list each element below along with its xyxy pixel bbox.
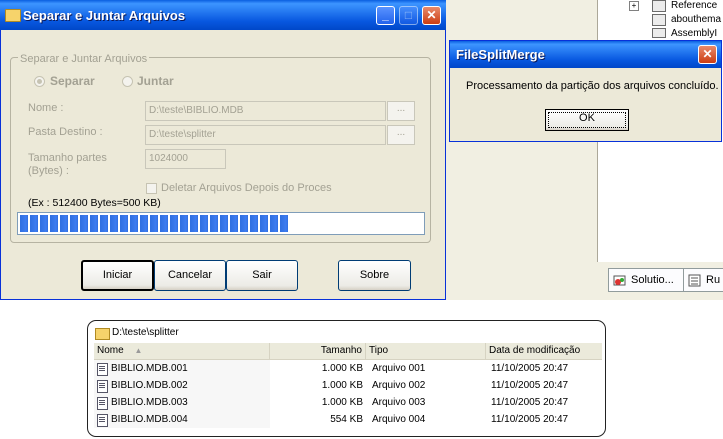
file-date: 11/10/2005 20:47 (491, 363, 569, 374)
example-hint: (Ex : 512400 Bytes=500 KB) (28, 197, 161, 209)
tree-item-assemblyinfo[interactable]: AssemblyI (671, 28, 717, 38)
file-size: 1.000 KB (321, 380, 363, 391)
file-row[interactable]: BIBLIO.MDB.003 1.000 KB Arquivo 003 11/1… (94, 394, 602, 411)
file-size: 1.000 KB (321, 397, 363, 408)
pasta-destino-label: Pasta Destino : (28, 126, 103, 138)
file-type: Arquivo 003 (372, 397, 426, 408)
iniciar-button[interactable]: Iniciar (81, 260, 154, 291)
file-row[interactable]: BIBLIO.MDB.001 1.000 KB Arquivo 001 11/1… (94, 360, 602, 377)
tab-label: Solutio... (631, 274, 674, 286)
tree-item-references[interactable]: Reference (671, 0, 717, 13)
folder-icon (95, 328, 110, 340)
focus-rect (548, 112, 626, 128)
tamanho-field[interactable]: 1024000 (145, 149, 226, 169)
radio-separar[interactable] (34, 76, 45, 87)
tab-run[interactable]: Ru (683, 268, 723, 292)
progress-fill (20, 215, 289, 232)
radio-juntar[interactable] (122, 76, 133, 87)
nome-field[interactable]: D:\teste\BIBLIO.MDB (145, 101, 386, 121)
folder-icon (5, 9, 21, 22)
minimize-icon[interactable]: _ (376, 6, 395, 25)
ok-button[interactable]: OK (545, 109, 629, 131)
column-nome[interactable]: Nome ▲ (94, 343, 270, 359)
cancelar-button[interactable]: Cancelar (154, 260, 226, 291)
column-data[interactable]: Data de modificação (486, 343, 602, 359)
sort-asc-icon: ▲ (134, 346, 143, 355)
deletar-label: Deletar Arquivos Depois do Proces (161, 182, 332, 194)
message-box: FileSplitMerge ✕ Processamento da partiç… (449, 40, 722, 142)
browse-nome-button[interactable]: ... (387, 101, 415, 121)
ide-tabs: Solutio... Ru (604, 268, 723, 292)
file-date: 11/10/2005 20:47 (491, 414, 569, 425)
file-icon (97, 397, 108, 410)
form-icon (652, 14, 666, 26)
column-label: Nome (97, 345, 124, 356)
message-title-bar[interactable]: FileSplitMerge ✕ (450, 41, 721, 68)
folder-path: D:\teste\splitter (112, 327, 179, 338)
deletar-checkbox[interactable] (146, 183, 157, 194)
title-bar[interactable]: Separar e Juntar Arquivos _ □ ✕ (0, 0, 446, 30)
explorer-panel: D:\teste\splitter Nome ▲ Tamanho Tipo Da… (87, 320, 606, 437)
tamanho-label: Tamanho partes (28, 152, 107, 164)
file-date: 11/10/2005 20:47 (491, 397, 569, 408)
file-size: 554 KB (330, 414, 363, 425)
maximize-icon: □ (399, 6, 418, 25)
file-icon (97, 414, 108, 427)
radio-separar-label: Separar (50, 74, 95, 88)
sobre-button[interactable]: Sobre (338, 260, 411, 291)
file-type: Arquivo 001 (372, 363, 426, 374)
close-icon[interactable]: ✕ (422, 6, 441, 25)
solution-icon (613, 273, 627, 286)
expand-icon[interactable]: + (629, 1, 639, 11)
file-name: BIBLIO.MDB.004 (111, 414, 188, 425)
radio-juntar-label: Juntar (137, 74, 174, 88)
file-name: BIBLIO.MDB.002 (111, 380, 188, 391)
window-title: Separar e Juntar Arquivos (23, 8, 186, 23)
file-row[interactable]: BIBLIO.MDB.002 1.000 KB Arquivo 002 11/1… (94, 377, 602, 394)
column-tipo[interactable]: Tipo (366, 343, 486, 359)
references-icon (652, 0, 666, 12)
file-row[interactable]: BIBLIO.MDB.004 554 KB Arquivo 004 11/10/… (94, 411, 602, 428)
pasta-destino-field[interactable]: D:\teste\splitter (145, 125, 386, 145)
file-icon (97, 363, 108, 376)
tab-label: Ru (706, 274, 721, 286)
close-icon[interactable]: ✕ (698, 45, 717, 64)
sair-button[interactable]: Sair (226, 260, 298, 291)
message-text: Processamento da partição dos arquivos c… (466, 80, 719, 92)
properties-icon (688, 273, 702, 287)
browse-pasta-button[interactable]: ... (387, 125, 415, 145)
message-title: FileSplitMerge (456, 47, 545, 62)
tamanho-units-label: (Bytes) : (28, 165, 69, 177)
group-label: Separar e Juntar Arquivos (18, 53, 150, 65)
file-type: Arquivo 002 (372, 380, 426, 391)
file-name: BIBLIO.MDB.001 (111, 363, 188, 374)
tree-item-abouthema[interactable]: abouthema (671, 14, 721, 27)
progress-bar (17, 212, 425, 235)
column-tamanho[interactable]: Tamanho (270, 343, 366, 359)
file-name: BIBLIO.MDB.003 (111, 397, 188, 408)
vb-file-icon (652, 28, 666, 38)
nome-label: Nome : (28, 102, 64, 114)
file-date: 11/10/2005 20:47 (491, 380, 569, 391)
file-type: Arquivo 004 (372, 414, 426, 425)
column-header: Nome ▲ Tamanho Tipo Data de modificação (94, 343, 602, 360)
file-icon (97, 380, 108, 393)
file-size: 1.000 KB (321, 363, 363, 374)
